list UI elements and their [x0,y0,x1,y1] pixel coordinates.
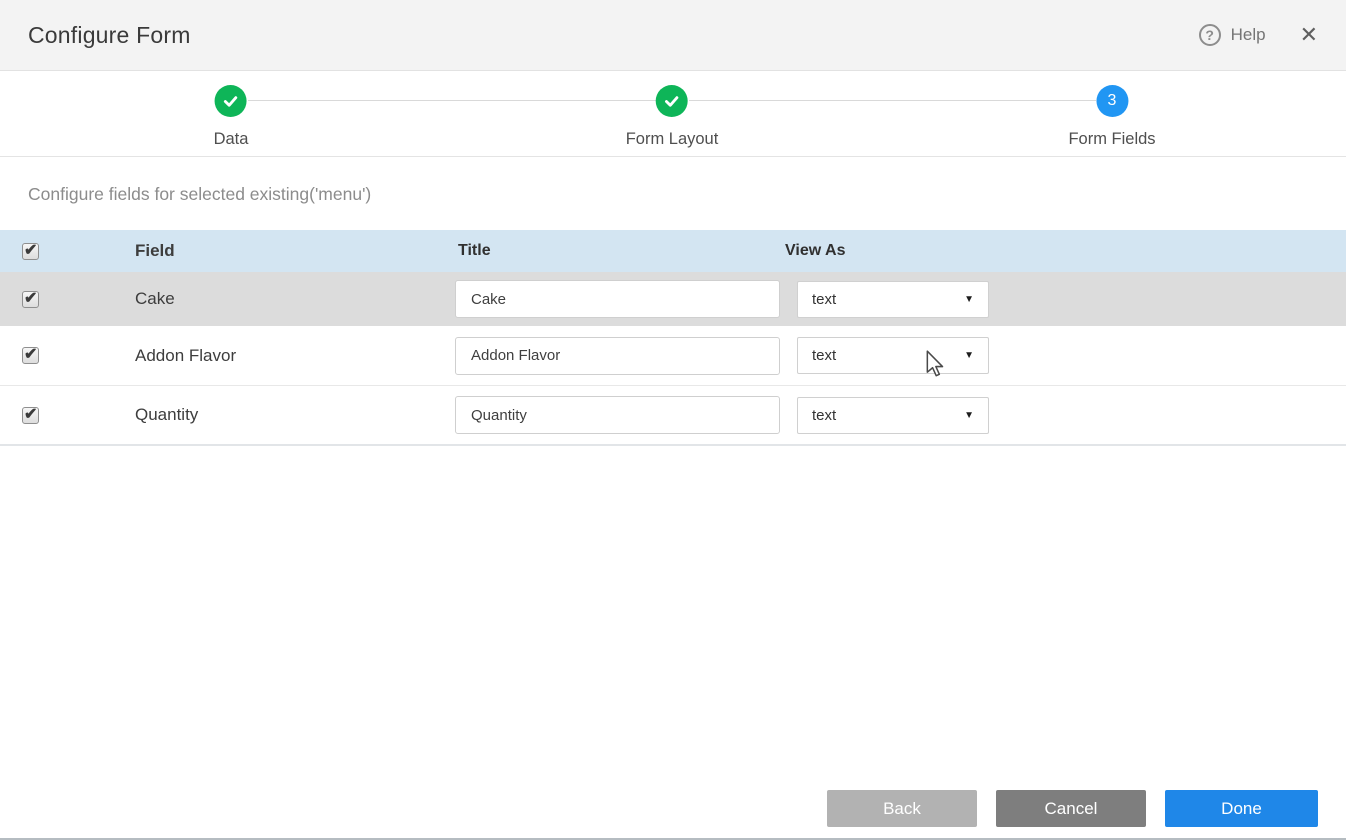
row-checkbox-cell [0,291,135,308]
step-label: Form Layout [626,130,719,149]
step-number-badge: 3 [1096,85,1128,117]
back-button[interactable]: Back [827,790,977,827]
footer-actions: Back Cancel Done [827,790,1318,827]
done-button[interactable]: Done [1165,790,1318,827]
step-number: 3 [1108,92,1117,110]
view-as-value: text [812,347,836,364]
step-completed-check-icon [656,85,688,117]
row-checkbox[interactable] [22,347,39,364]
step-form-layout[interactable]: Form Layout [626,85,719,149]
step-data[interactable]: Data [214,85,249,149]
dialog-titlebar: Configure Form ? Help ✕ [0,0,1346,71]
configure-form-dialog: Configure Form ? Help ✕ Data Form Layout [0,0,1346,840]
title-input[interactable] [455,396,780,434]
column-header-field: Field [135,241,455,261]
table-row: Quantity text ▼ [0,386,1346,446]
help-label: Help [1231,25,1266,45]
header-checkbox-cell [0,243,135,260]
title-input[interactable] [455,337,780,375]
help-button[interactable]: ? Help [1199,24,1266,46]
help-icon: ? [1199,24,1221,46]
stepper-connector [689,100,1096,101]
field-name-label: Quantity [135,405,455,425]
title-input[interactable] [455,280,780,318]
table-row: Addon Flavor text ▼ [0,326,1346,386]
step-completed-check-icon [215,85,247,117]
step-label: Form Fields [1068,130,1155,149]
column-header-title: Title [455,242,785,260]
chevron-down-icon: ▼ [964,350,974,361]
view-as-value: text [812,407,836,424]
table-header-row: Field Title View As [0,230,1346,272]
view-as-select[interactable]: text ▼ [797,281,989,318]
cancel-button[interactable]: Cancel [996,790,1146,827]
row-checkbox[interactable] [22,291,39,308]
close-icon[interactable]: ✕ [1300,24,1318,46]
titlebar-actions: ? Help ✕ [1199,24,1318,46]
page-title: Configure Form [28,22,191,49]
table-row: Cake text ▼ [0,272,1346,326]
field-name-label: Cake [135,289,455,309]
select-all-checkbox[interactable] [22,243,39,260]
chevron-down-icon: ▼ [964,294,974,305]
row-checkbox-cell [0,407,135,424]
step-label: Data [214,130,249,149]
field-name-label: Addon Flavor [135,346,455,366]
chevron-down-icon: ▼ [964,410,974,421]
row-checkbox-cell [0,347,135,364]
view-as-select[interactable]: text ▼ [797,337,989,374]
wizard-stepper: Data Form Layout 3 Form Fields [0,72,1346,157]
step-form-fields[interactable]: 3 Form Fields [1068,85,1155,149]
view-as-select[interactable]: text ▼ [797,397,989,434]
view-as-value: text [812,291,836,308]
page-subtitle: Configure fields for selected existing('… [0,158,1346,230]
row-checkbox[interactable] [22,407,39,424]
fields-table: Field Title View As Cake text ▼ A [0,230,1346,446]
stepper-connector [248,100,656,101]
column-header-view-as: View As [785,242,1346,260]
